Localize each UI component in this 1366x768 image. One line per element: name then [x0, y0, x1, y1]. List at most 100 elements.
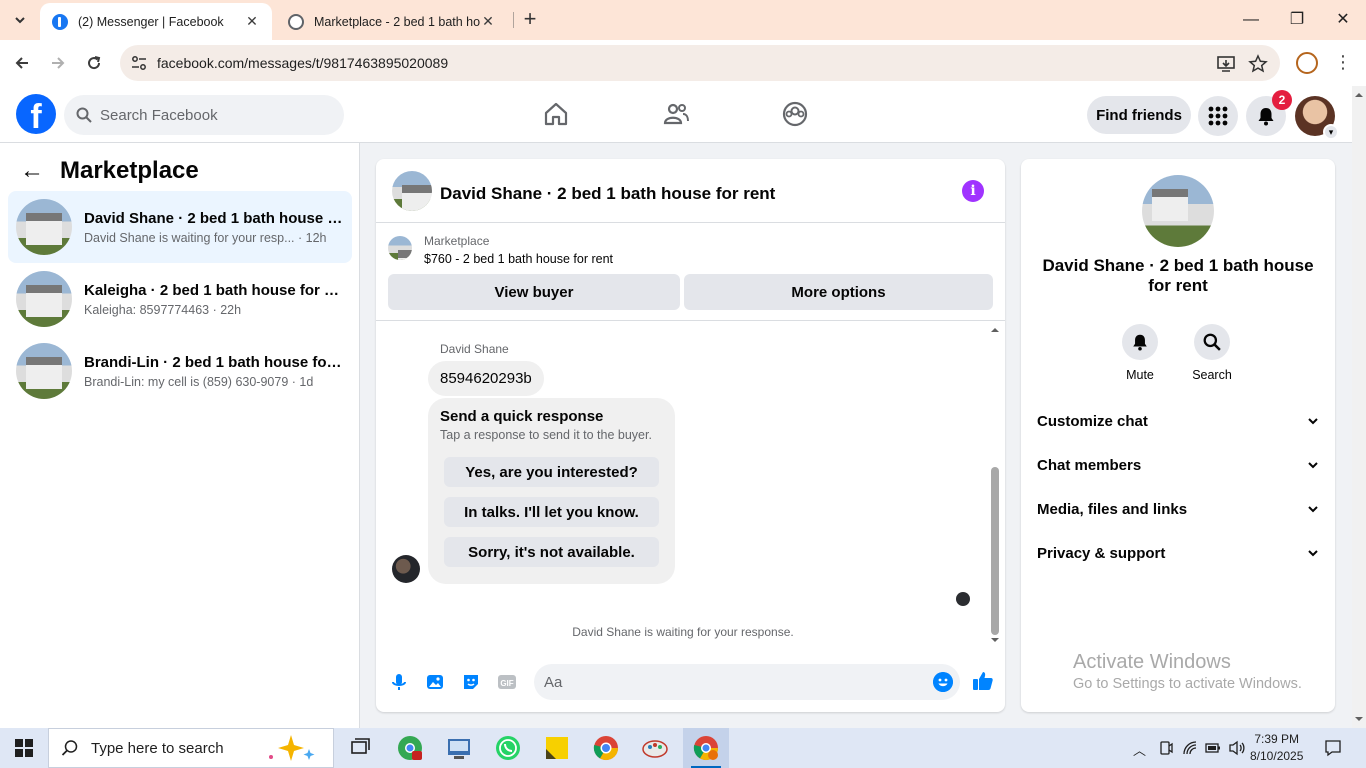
- meet-now-icon[interactable]: [1158, 740, 1174, 756]
- chrome-profile-app-icon[interactable]: [692, 734, 720, 762]
- quick-response-option[interactable]: Sorry, it's not available.: [444, 537, 659, 567]
- chevron-down-icon: [15, 17, 25, 24]
- taskbar-clock[interactable]: 7:39 PM 8/10/2025: [1250, 731, 1303, 765]
- customize-chat-section[interactable]: Customize chat: [1029, 399, 1327, 443]
- browser-profile-icon[interactable]: [1296, 52, 1318, 74]
- listing-thumbnail[interactable]: [1142, 175, 1214, 247]
- address-bar[interactable]: facebook.com/messages/t/9817463895020089: [120, 45, 1280, 81]
- chrome-icon[interactable]: [592, 734, 620, 762]
- home-icon[interactable]: [542, 100, 570, 128]
- quick-response-subtext: Tap a response to send it to the buyer.: [440, 428, 652, 442]
- sticky-notes-icon[interactable]: [543, 734, 571, 762]
- chevron-up-icon[interactable]: ︿: [1133, 740, 1146, 759]
- sticker-icon[interactable]: [461, 672, 481, 692]
- message-input[interactable]: [534, 664, 960, 700]
- volume-icon[interactable]: [1228, 740, 1246, 756]
- thumbs-up-icon[interactable]: [972, 670, 994, 692]
- watermark-title: Activate Windows: [1073, 651, 1231, 673]
- page-scrollbar[interactable]: [1352, 86, 1366, 728]
- close-tab-icon[interactable]: ✕: [244, 13, 260, 30]
- quick-response-heading: Send a quick response: [440, 408, 604, 425]
- message-composer: GIF: [376, 659, 1005, 712]
- close-window-button[interactable]: ✕: [1328, 6, 1358, 34]
- scroll-down-icon[interactable]: [1352, 714, 1366, 724]
- menu-button[interactable]: [1198, 96, 1238, 136]
- windows-logo-icon: [15, 739, 33, 757]
- task-view-icon[interactable]: [346, 734, 374, 762]
- mute-button[interactable]: Mute: [1110, 324, 1170, 382]
- install-app-icon[interactable]: [1216, 54, 1236, 74]
- microphone-icon[interactable]: [389, 672, 409, 692]
- network-app-icon[interactable]: [445, 734, 473, 762]
- photo-icon[interactable]: [425, 672, 445, 692]
- details-title: David Shane · 2 bed 1 bath house for ren…: [1042, 256, 1314, 295]
- scroll-up-icon[interactable]: [1352, 90, 1366, 100]
- account-avatar[interactable]: ▾: [1295, 96, 1339, 140]
- panel-title: Marketplace: [60, 157, 199, 184]
- whatsapp-icon[interactable]: [494, 734, 522, 762]
- marketplace-listing-bar: Marketplace $760 - 2 bed 1 bath house fo…: [376, 223, 1005, 321]
- privacy-support-section[interactable]: Privacy & support: [1029, 531, 1327, 575]
- clock-date: 8/10/2025: [1250, 749, 1304, 763]
- chat-title[interactable]: David Shane · 2 bed 1 bath house for ren…: [440, 184, 775, 204]
- conversation-item[interactable]: David Shane · 2 bed 1 bath house for ren…: [8, 191, 352, 263]
- media-files-links-section[interactable]: Media, files and links: [1029, 487, 1327, 531]
- find-friends-button[interactable]: Find friends: [1087, 96, 1191, 134]
- conversation-item[interactable]: Kaleigha · 2 bed 1 bath house for rent K…: [8, 263, 352, 335]
- conversation-preview: David Shane is waiting for your resp... …: [84, 230, 327, 245]
- paint-app-icon[interactable]: [641, 734, 669, 762]
- facebook-logo[interactable]: f: [16, 94, 56, 134]
- reload-icon[interactable]: [82, 51, 106, 75]
- search-input[interactable]: [100, 106, 320, 124]
- browser-tab-marketplace[interactable]: Marketplace - 2 bed 1 bath hou ✕: [276, 3, 508, 40]
- message-bubble[interactable]: 8594620293b: [428, 361, 544, 396]
- start-button[interactable]: [0, 728, 48, 768]
- conversation-item[interactable]: Brandi-Lin · 2 bed 1 bath house for rent…: [8, 335, 352, 407]
- search-icon: [61, 740, 78, 756]
- search-in-conversation-button[interactable]: Search: [1182, 324, 1242, 382]
- wifi-icon[interactable]: [1182, 740, 1198, 756]
- chat-scroll-thumb[interactable]: [991, 467, 999, 635]
- listing-price-title[interactable]: $760 - 2 bed 1 bath house for rent: [424, 252, 613, 266]
- forward-arrow-icon[interactable]: [46, 51, 70, 75]
- notification-center-icon[interactable]: [1324, 739, 1342, 757]
- emoji-icon[interactable]: [933, 672, 953, 692]
- back-arrow-icon[interactable]: [10, 51, 34, 75]
- quick-response-card: Send a quick response Tap a response to …: [428, 398, 675, 584]
- close-tab-icon[interactable]: ✕: [480, 13, 496, 30]
- tab-search-button[interactable]: [8, 8, 32, 32]
- facebook-search[interactable]: [64, 95, 344, 135]
- listing-thumbnail[interactable]: [392, 171, 432, 211]
- more-options-button[interactable]: More options: [684, 274, 993, 310]
- section-label: Customize chat: [1037, 412, 1148, 430]
- quick-response-option[interactable]: Yes, are you interested?: [444, 457, 659, 487]
- gif-icon[interactable]: GIF: [497, 672, 517, 692]
- back-arrow-icon[interactable]: ←: [20, 157, 44, 185]
- chrome-profile-app-icon[interactable]: [396, 734, 424, 762]
- info-icon[interactable]: i: [962, 180, 984, 202]
- view-buyer-button[interactable]: View buyer: [388, 274, 680, 310]
- new-tab-button[interactable]: +: [518, 8, 542, 32]
- taskbar-search[interactable]: [48, 728, 334, 768]
- scroll-up-icon[interactable]: [988, 325, 1002, 335]
- bookmark-star-icon[interactable]: [1248, 54, 1268, 74]
- globe-favicon-icon: [288, 13, 304, 30]
- search-icon: [76, 107, 92, 123]
- minimize-button[interactable]: —: [1236, 6, 1266, 34]
- quick-response-option[interactable]: In talks. I'll let you know.: [444, 497, 659, 527]
- buyer-avatar[interactable]: [392, 555, 420, 583]
- groups-icon[interactable]: [781, 100, 809, 128]
- bell-icon: [1258, 108, 1274, 126]
- browser-menu-icon[interactable]: ⋮: [1334, 52, 1352, 73]
- conversation-preview: Kaleigha: 8597774463 · 22h: [84, 302, 242, 317]
- browser-tab-messenger[interactable]: (2) Messenger | Facebook ✕: [40, 3, 272, 40]
- friends-icon[interactable]: [662, 100, 690, 128]
- section-label: Media, files and links: [1037, 500, 1188, 518]
- taskbar-search-input[interactable]: [91, 739, 261, 757]
- site-settings-icon[interactable]: [130, 54, 148, 72]
- scroll-down-icon[interactable]: [988, 635, 1002, 645]
- chat-members-section[interactable]: Chat members: [1029, 443, 1327, 487]
- battery-icon[interactable]: [1205, 741, 1221, 755]
- browser-toolbar: facebook.com/messages/t/9817463895020089…: [0, 40, 1366, 86]
- maximize-button[interactable]: ❐: [1282, 6, 1312, 34]
